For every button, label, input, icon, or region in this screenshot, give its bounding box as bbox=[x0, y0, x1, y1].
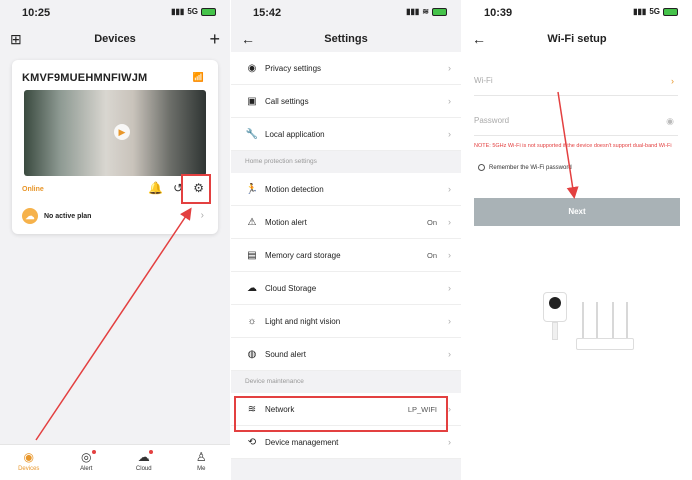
arrow-to-next bbox=[557, 91, 579, 199]
arrow-to-gear bbox=[35, 207, 192, 441]
annotation-arrows bbox=[35, 91, 579, 441]
